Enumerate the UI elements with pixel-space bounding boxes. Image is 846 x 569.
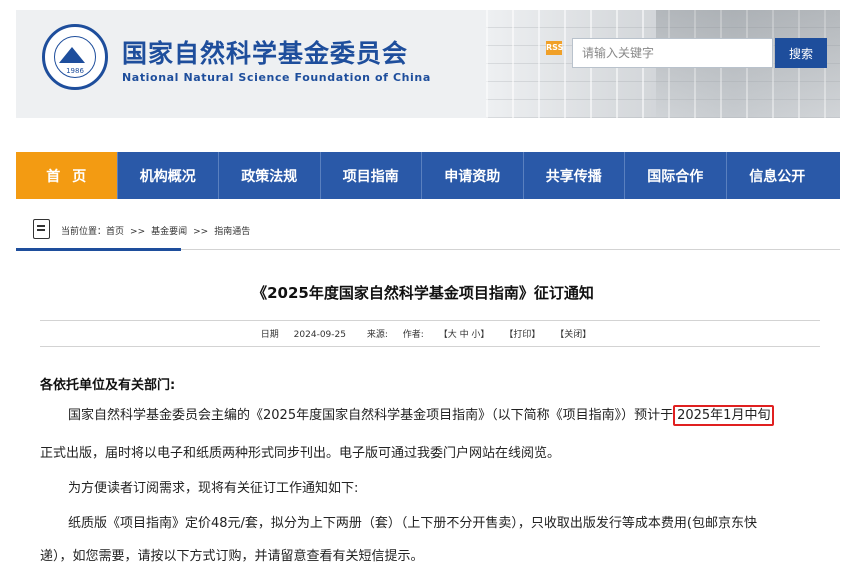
nav-item-guide[interactable]: 项目指南 (321, 152, 422, 199)
paragraph-1-line-1: 国家自然科学基金委员会主编的《2025年度国家自然科学基金项目指南》（以下简称《… (68, 404, 775, 426)
search-button[interactable]: 搜索 (775, 38, 827, 68)
org-name-en: National Natural Science Foundation of C… (122, 71, 431, 84)
article-date: 2024-09-25 (293, 330, 346, 340)
rss-icon[interactable]: RSS (546, 41, 563, 55)
article-title: 《2025年度国家自然科学基金项目指南》征订通知 (252, 284, 594, 302)
close-link[interactable]: 【关闭】 (555, 330, 591, 340)
paragraph-3-line-1: 纸质版《项目指南》定价48元/套，拟分为上下两册（套）（上下册不分开售卖），只收… (68, 516, 757, 531)
search-input[interactable] (572, 38, 773, 68)
article-meta: 日期 2024-09-25 来源: 作者: 【大 中 小】 【打印】 【关闭】 (0, 327, 846, 340)
meta-bottom-rule (40, 346, 820, 347)
nav-item-funding[interactable]: 申请资助 (422, 152, 524, 199)
meta-top-rule (40, 320, 820, 321)
location-icon (33, 219, 50, 239)
nav-item-international[interactable]: 国际合作 (625, 152, 727, 199)
breadcrumb-news[interactable]: 基金要闻 (151, 227, 187, 237)
site-header: 1986 国家自然科学基金委员会 National Natural Scienc… (16, 10, 840, 118)
breadcrumb-separator: >> (193, 227, 209, 237)
nav-item-about[interactable]: 机构概况 (118, 152, 219, 199)
nav-item-sharing[interactable]: 共享传播 (524, 152, 625, 199)
paragraph-1-text: 国家自然科学基金委员会主编的《2025年度国家自然科学基金项目指南》（以下简称《… (68, 408, 674, 423)
logo-mountain-icon (59, 47, 85, 63)
release-date-highlight: 2025年1月中旬 (673, 405, 775, 426)
nav-item-home[interactable]: 首页 (16, 152, 118, 199)
paragraph-1-line-2: 正式出版，届时将以电子和纸质两种形式同步刊出。电子版可通过我委门户网站在线阅览。 (40, 446, 561, 461)
breadcrumb-separator: >> (130, 227, 146, 237)
breadcrumb-home[interactable]: 首页 (106, 227, 124, 237)
print-link[interactable]: 【打印】 (504, 330, 540, 340)
location-icon-line (37, 229, 45, 231)
main-nav: 首页 机构概况 政策法规 项目指南 申请资助 共享传播 国际合作 信息公开 (16, 152, 840, 199)
source-label: 来源: (366, 330, 388, 340)
nav-item-disclosure[interactable]: 信息公开 (727, 152, 829, 199)
salutation: 各依托单位及有关部门: (40, 378, 176, 393)
breadcrumb-prefix: 当前位置： (61, 227, 107, 237)
nsfc-logo-icon[interactable]: 1986 (42, 24, 108, 90)
breadcrumb-notices[interactable]: 指南通告 (214, 227, 250, 237)
paragraph-3-line-2: 递），如您需要，请按以下方式订购，并请留意查看有关短信提示。 (40, 549, 424, 564)
paragraph-2: 为方便读者订阅需求，现将有关征订工作通知如下: (68, 481, 359, 496)
author-label: 作者: (402, 330, 424, 340)
breadcrumb: 当前位置：首页 >> 基金要闻 >> 指南通告 (61, 224, 250, 237)
nav-item-policy[interactable]: 政策法规 (219, 152, 321, 199)
breadcrumb-accent (16, 248, 181, 251)
location-icon-line (37, 225, 45, 227)
date-label: 日期 (260, 330, 279, 340)
date-info: 日期 2024-09-25 (255, 330, 352, 340)
font-size-toggle[interactable]: 【大 中 小】 (439, 330, 490, 340)
org-name-cn[interactable]: 国家自然科学基金委员会 (122, 34, 408, 70)
logo-year: 1986 (66, 67, 84, 75)
